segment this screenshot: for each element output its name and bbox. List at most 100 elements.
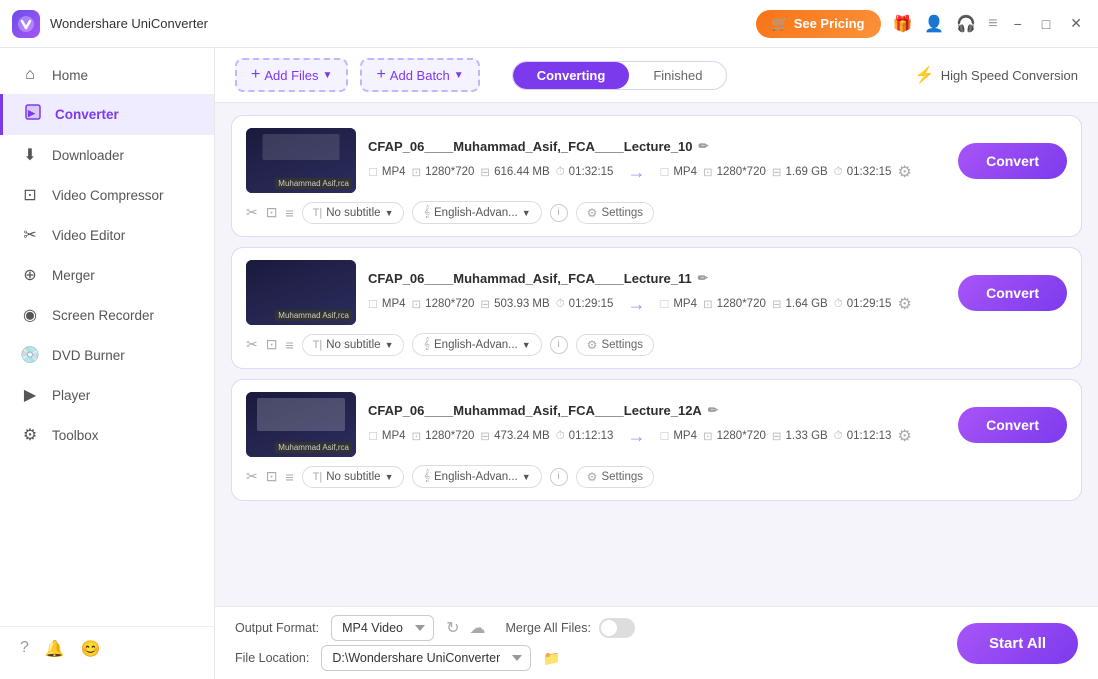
- headset-icon[interactable]: 🎧: [956, 14, 976, 34]
- resolution-icon: ⊡: [412, 297, 422, 311]
- checkbox-icon: ☐: [368, 298, 378, 311]
- language-select[interactable]: 𝄞 English-Advan... ▼: [412, 465, 541, 488]
- crop-icon[interactable]: ⊡: [266, 204, 278, 221]
- duration-icon: ⏱: [556, 166, 565, 179]
- output-format-select[interactable]: MP4 Video: [331, 615, 434, 641]
- gear-icon: ⚙: [587, 206, 598, 220]
- sidebar-item-label: DVD Burner: [52, 348, 125, 363]
- sidebar-item-label: Downloader: [52, 148, 124, 163]
- sidebar-item-label: Screen Recorder: [52, 308, 154, 323]
- file-meta: ☐ MP4 ⊡ 1280*720 ⊟ 473.24 MB: [368, 426, 938, 447]
- settings-button[interactable]: ⚙ Settings: [576, 334, 654, 356]
- crop-icon[interactable]: ⊡: [266, 336, 278, 353]
- edit-icon[interactable]: ✏: [698, 139, 708, 153]
- cut-icon[interactable]: ✂: [246, 336, 258, 353]
- edit-icon[interactable]: ✏: [698, 271, 708, 285]
- home-icon: ⌂: [20, 66, 40, 84]
- add-files-button[interactable]: + Add Files ▼: [235, 58, 348, 92]
- convert-button[interactable]: Convert: [958, 143, 1067, 179]
- start-all-button[interactable]: Start All: [957, 623, 1078, 664]
- checkbox-icon: ☐: [659, 166, 669, 179]
- convert-button[interactable]: Convert: [958, 407, 1067, 443]
- info-icon[interactable]: i: [550, 468, 568, 486]
- duration-icon: ⏱: [556, 430, 565, 443]
- feedback-icon[interactable]: 😊: [81, 639, 101, 659]
- cut-icon[interactable]: ✂: [246, 204, 258, 221]
- recorder-icon: ◉: [20, 305, 40, 325]
- close-button[interactable]: ✕: [1066, 15, 1086, 32]
- high-speed-button[interactable]: ⚡ High Speed Conversion: [915, 65, 1078, 85]
- notification-icon[interactable]: 🔔: [45, 639, 65, 659]
- maximize-button[interactable]: □: [1038, 16, 1054, 32]
- add-files-icon: +: [251, 66, 260, 84]
- output-settings-icon[interactable]: ⚙: [897, 294, 911, 314]
- output-format-row: Output Format: MP4 Video ↻ ☁ Merge All F…: [235, 615, 941, 641]
- info-icon[interactable]: i: [550, 204, 568, 222]
- see-pricing-button[interactable]: 🛒 See Pricing: [756, 10, 881, 38]
- minimize-button[interactable]: −: [1010, 16, 1026, 32]
- folder-icon[interactable]: 📁: [543, 650, 560, 667]
- settings-button[interactable]: ⚙ Settings: [576, 202, 654, 224]
- size-icon: ⊟: [480, 165, 490, 179]
- sidebar-item-video-editor[interactable]: ✂ Video Editor: [0, 215, 214, 255]
- duration-icon: ⏱: [834, 430, 843, 443]
- subtitle-select[interactable]: T| No subtitle ▼: [302, 466, 405, 488]
- card-top: Muhammad Asif,rca CFAP_06____Muhammad_As…: [246, 392, 1067, 457]
- info-icon[interactable]: i: [550, 336, 568, 354]
- lightning-icon: ⚡: [915, 65, 935, 85]
- arrow-right-icon: →: [627, 294, 645, 315]
- sidebar-item-merger[interactable]: ⊕ Merger: [0, 255, 214, 295]
- merger-icon: ⊕: [20, 265, 40, 285]
- output-settings-icon[interactable]: ⚙: [897, 162, 911, 182]
- size-icon: ⊟: [480, 297, 490, 311]
- chevron-down-icon: ▼: [454, 70, 464, 81]
- subtitle-select[interactable]: T| No subtitle ▼: [302, 202, 405, 224]
- sidebar-item-player[interactable]: ▶ Player: [0, 375, 214, 415]
- thumbnail: Muhammad Asif,rca: [246, 392, 356, 457]
- editor-icon: ✂: [20, 225, 40, 245]
- edit-icon[interactable]: ✏: [708, 403, 718, 417]
- cut-icon[interactable]: ✂: [246, 468, 258, 485]
- sidebar-bottom: ? 🔔 😊: [0, 626, 214, 671]
- checkbox-icon: ☐: [659, 298, 669, 311]
- sidebar-item-home[interactable]: ⌂ Home: [0, 56, 214, 94]
- tab-finished[interactable]: Finished: [629, 62, 726, 89]
- help-icon[interactable]: ?: [20, 639, 29, 659]
- file-meta: ☐ MP4 ⊡ 1280*720 ⊟ 616.44 MB: [368, 162, 938, 183]
- chevron-down-icon: ▼: [385, 472, 394, 482]
- compressor-icon: ⊡: [20, 185, 40, 205]
- more-icon[interactable]: ≡: [285, 469, 293, 485]
- card-info: CFAP_06____Muhammad_Asif,_FCA____Lecture…: [368, 139, 938, 183]
- cloud-icon[interactable]: ☁: [469, 618, 485, 638]
- settings-button[interactable]: ⚙ Settings: [576, 466, 654, 488]
- merge-toggle[interactable]: [599, 618, 635, 638]
- sidebar-item-downloader[interactable]: ⬇ Downloader: [0, 135, 214, 175]
- resolution-icon: ⊡: [703, 297, 713, 311]
- file-location-select[interactable]: D:\Wondershare UniConverter: [321, 645, 531, 671]
- tab-converting[interactable]: Converting: [513, 62, 630, 89]
- sidebar-item-dvd-burner[interactable]: 💿 DVD Burner: [0, 335, 214, 375]
- add-batch-button[interactable]: + Add Batch ▼: [360, 58, 479, 92]
- output-settings-icon[interactable]: ⚙: [897, 426, 911, 446]
- account-icon[interactable]: 👤: [924, 14, 944, 34]
- menu-icon[interactable]: ≡: [988, 15, 997, 33]
- gift-icon[interactable]: 🎁: [893, 14, 913, 34]
- subtitle-select[interactable]: T| No subtitle ▼: [302, 334, 405, 356]
- resolution-icon: ⊡: [703, 165, 713, 179]
- sidebar-item-toolbox[interactable]: ⚙ Toolbox: [0, 415, 214, 455]
- sidebar-item-screen-recorder[interactable]: ◉ Screen Recorder: [0, 295, 214, 335]
- sidebar-item-video-compressor[interactable]: ⊡ Video Compressor: [0, 175, 214, 215]
- downloader-icon: ⬇: [20, 145, 40, 165]
- merge-label: Merge All Files:: [505, 621, 590, 635]
- checkbox-icon: ☐: [368, 166, 378, 179]
- refresh-icon[interactable]: ↻: [446, 618, 459, 638]
- file-card: Muhammad Asif,rca CFAP_06____Muhammad_As…: [231, 379, 1082, 501]
- more-icon[interactable]: ≡: [285, 337, 293, 353]
- sidebar-item-converter[interactable]: ▶ Converter: [0, 94, 214, 135]
- language-select[interactable]: 𝄞 English-Advan... ▼: [412, 333, 541, 356]
- language-select[interactable]: 𝄞 English-Advan... ▼: [412, 201, 541, 224]
- more-icon[interactable]: ≡: [285, 205, 293, 221]
- crop-icon[interactable]: ⊡: [266, 468, 278, 485]
- file-card: Muhammad Asif,rca CFAP_06____Muhammad_As…: [231, 247, 1082, 369]
- convert-button[interactable]: Convert: [958, 275, 1067, 311]
